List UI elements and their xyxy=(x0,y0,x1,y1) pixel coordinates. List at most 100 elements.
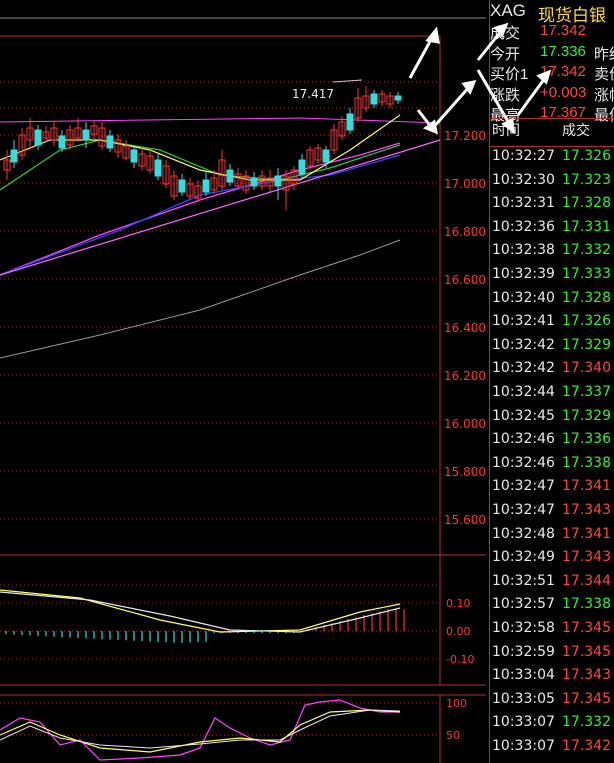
macd-tick-label: 0.00 xyxy=(446,625,471,638)
trade-price: 17.323 xyxy=(562,171,611,188)
price-tick-label: 15.600 xyxy=(444,513,486,527)
price-tick-label: 16.000 xyxy=(444,417,486,431)
annotation-arrows xyxy=(408,22,552,135)
trade-price: 17.329 xyxy=(562,336,611,353)
candle-down xyxy=(250,177,258,187)
trade-time: 10:32:40 xyxy=(492,289,555,306)
trade-price: 17.326 xyxy=(562,313,611,330)
trade-time: 10:33:05 xyxy=(492,690,555,707)
trade-time: 10:33:07 xyxy=(492,738,555,754)
trade-time: 10:32:36 xyxy=(492,218,555,235)
price-tick-label: 17.000 xyxy=(444,177,486,191)
trade-time: 10:32:42 xyxy=(492,360,555,377)
kdj-d-line xyxy=(0,709,401,753)
trade-price: 17.336 xyxy=(562,431,611,448)
trade-price: 17.345 xyxy=(562,690,611,707)
kdj-tick-label: 50 xyxy=(446,729,460,742)
trade-price: 17.340 xyxy=(562,360,611,377)
macd-tick-label: 0.10 xyxy=(446,597,471,610)
trade-row: 10:32:47 17.343 xyxy=(490,502,614,526)
trade-time: 10:32:44 xyxy=(492,384,555,400)
trade-row: 10:32:45 17.329 xyxy=(490,408,614,432)
candle-down xyxy=(106,135,114,149)
trade-row: 10:32:36 17.331 xyxy=(490,219,614,243)
trade-time: 10:32:38 xyxy=(492,242,555,259)
trade-time: 10:32:45 xyxy=(492,407,555,424)
price-tick-label: 15.800 xyxy=(444,465,486,479)
kdj-tick-label: 100 xyxy=(446,697,467,710)
trade-price: 17.328 xyxy=(562,289,611,306)
trade-price: 17.345 xyxy=(562,620,611,636)
candle-down xyxy=(346,113,354,131)
trade-time: 10:32:42 xyxy=(492,336,555,353)
kdj-j-line xyxy=(0,699,400,761)
trade-price: 17.343 xyxy=(562,549,611,566)
trade-price: 17.332 xyxy=(562,714,611,731)
price-tick-label: 16.400 xyxy=(444,321,486,335)
trade-row: 10:32:30 17.323 xyxy=(490,172,614,196)
candle-down xyxy=(58,135,66,149)
trade-time: 10:32:41 xyxy=(492,313,555,330)
candle-down xyxy=(226,169,234,183)
trade-price: 17.343 xyxy=(562,502,611,518)
trade-time: 10:32:31 xyxy=(492,195,555,212)
trade-time: 10:32:46 xyxy=(492,454,555,471)
ma-line-gray xyxy=(0,239,401,359)
trade-row: 10:32:40 17.328 xyxy=(490,290,614,314)
trade-price: 17.331 xyxy=(562,218,611,235)
trade-row: 10:32:51 17.344 xyxy=(490,573,614,597)
trade-row: 10:32:42 17.329 xyxy=(490,337,614,361)
trade-row: 10:32:58 17.345 xyxy=(490,620,614,644)
trade-row: 10:32:42 17.340 xyxy=(490,360,614,384)
trade-row: 10:32:48 17.341 xyxy=(490,526,614,550)
trade-time: 10:32:39 xyxy=(492,266,555,282)
trade-time: 10:33:07 xyxy=(492,714,555,731)
price-tick-label: 16.600 xyxy=(444,273,486,287)
candle-down xyxy=(322,149,330,163)
macd-tick-label: -0.10 xyxy=(446,653,474,666)
trade-row: 10:32:57 17.338 xyxy=(490,596,614,620)
trade-row: 10:32:46 17.338 xyxy=(490,455,614,479)
trade-price: 17.328 xyxy=(562,195,611,212)
candle-down xyxy=(298,159,306,175)
ma-line-flat xyxy=(0,117,441,124)
ma-line-magenta xyxy=(0,142,401,276)
trade-time: 10:32:49 xyxy=(492,549,555,566)
trade-price: 17.341 xyxy=(562,478,611,495)
trade-time: 10:32:47 xyxy=(492,502,555,518)
candle-down xyxy=(202,179,210,193)
candle-down xyxy=(10,149,18,163)
trade-price: 17.333 xyxy=(562,266,611,282)
trade-price: 17.332 xyxy=(562,242,611,259)
trade-row: 10:33:05 17.345 xyxy=(490,691,614,715)
trade-row: 10:32:44 17.337 xyxy=(490,384,614,408)
trade-price: 17.329 xyxy=(562,407,611,424)
trade-row: 10:32:39 17.333 xyxy=(490,266,614,290)
trade-time: 10:32:51 xyxy=(492,572,555,589)
trade-row: 10:33:04 17.343 xyxy=(490,667,614,691)
trade-price: 17.338 xyxy=(562,454,611,471)
candle-down xyxy=(34,129,42,146)
high-marker-line xyxy=(332,79,363,83)
trade-time: 10:33:04 xyxy=(492,667,555,684)
trade-row: 10:33:07 17.332 xyxy=(490,714,614,738)
trade-price: 17.343 xyxy=(562,667,611,684)
price-tick-label: 16.800 xyxy=(444,225,486,239)
trade-row: 10:32:38 17.332 xyxy=(490,242,614,266)
trade-row: 10:32:41 17.326 xyxy=(490,313,614,337)
trade-price: 17.344 xyxy=(562,572,611,589)
trade-row: 10:32:49 17.343 xyxy=(490,549,614,573)
trade-price: 17.341 xyxy=(562,525,611,542)
high-price-label: 17.417 xyxy=(292,87,334,101)
candle-down xyxy=(82,129,90,141)
trade-row: 10:33:07 17.342 xyxy=(490,738,614,762)
candle-down xyxy=(130,149,138,163)
trade-row: 10:32:59 17.345 xyxy=(490,644,614,668)
trade-row: 10:32:47 17.341 xyxy=(490,478,614,502)
candle-down xyxy=(274,175,282,187)
trade-price: 17.342 xyxy=(562,738,611,754)
trade-time: 10:32:47 xyxy=(492,478,555,495)
trade-time: 10:32:30 xyxy=(492,171,555,188)
candle-down xyxy=(154,159,162,177)
trade-time: 10:32:57 xyxy=(492,596,555,613)
